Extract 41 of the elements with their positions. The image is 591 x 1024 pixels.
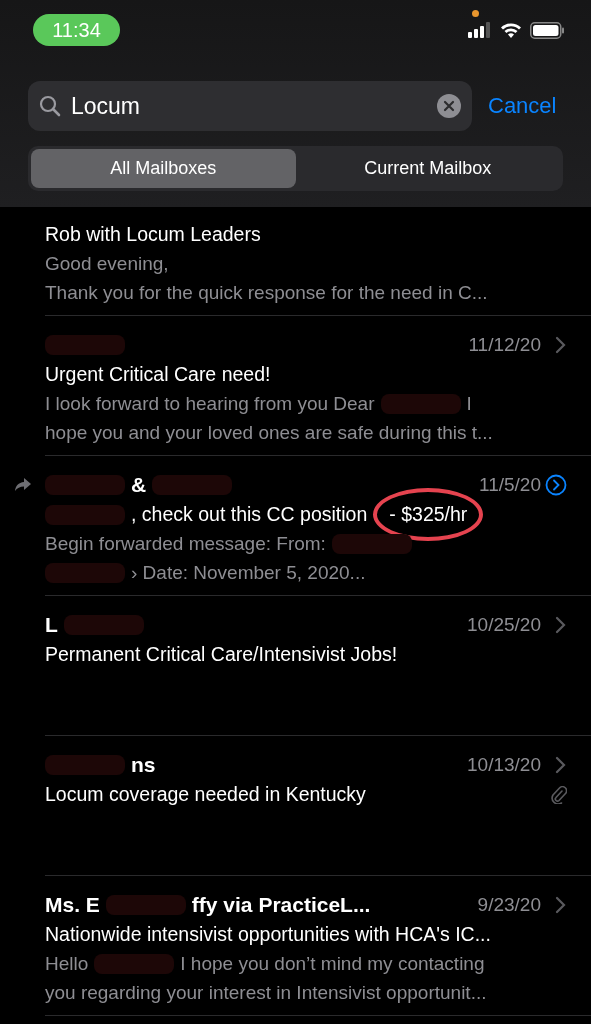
message-preview: Begin forwarded message: From: <box>45 532 326 556</box>
search-field[interactable]: Locum <box>28 81 472 131</box>
sender-name: ns <box>131 753 156 777</box>
search-icon <box>39 95 61 117</box>
message-subject: Rob with Locum Leaders <box>45 222 261 247</box>
message-date: 10/13/20 <box>467 754 541 776</box>
message-preview: I look forward to hearing from you Dear <box>45 392 375 416</box>
sender-name: ffy via PracticeL... <box>191 893 371 917</box>
message-subject: Nationwide intensivist opportunities with HCA's IC... <box>45 922 491 947</box>
chevron-icon <box>555 616 567 634</box>
message-preview: › Date: November 5, 2020... <box>131 561 366 585</box>
message-preview: Hello <box>45 952 89 976</box>
status-time: 11:34 <box>33 14 120 46</box>
chevron-circle-icon[interactable] <box>545 474 567 496</box>
sender-name: & <box>131 473 147 497</box>
message-subject: Urgent Critical Care need! <box>45 362 271 387</box>
sender-name: L <box>45 613 58 637</box>
signal-icon <box>468 22 492 38</box>
scope-tab[interactable]: Current Mailbox <box>295 149 560 188</box>
battery-icon <box>530 21 565 39</box>
message-subject: , check out this CC position <box>131 502 368 527</box>
message-date: 9/23/20 <box>477 894 541 916</box>
message-preview: you regarding your interest in Intensivist opportunit... <box>45 981 487 1005</box>
message-preview: I <box>466 392 472 416</box>
chevron-icon <box>555 896 567 914</box>
search-input[interactable]: Locum <box>71 92 427 120</box>
message-preview: I hope you don’t mind my contacting <box>180 952 485 976</box>
cancel-button[interactable]: Cancel <box>488 93 557 119</box>
message-subject: Locum coverage needed in Kentucky <box>45 782 366 807</box>
message-preview: Good evening, <box>45 252 169 276</box>
message-subject: Permanent Critical Care/Intensivist Jobs! <box>45 642 398 667</box>
wifi-icon <box>500 22 522 38</box>
chevron-icon <box>555 336 567 354</box>
scope-tab[interactable]: All Mailboxes <box>31 149 296 188</box>
message-date: 10/25/20 <box>467 614 541 636</box>
message-preview: hope you and your loved ones are safe during this t... <box>45 421 493 445</box>
message-preview: Thank you for the quick response for the need in C... <box>45 281 488 305</box>
message-date: 11/12/20 <box>468 334 541 356</box>
clear-icon[interactable] <box>437 94 461 118</box>
sender-name: Ms. E <box>45 893 100 917</box>
chevron-icon <box>555 756 567 774</box>
